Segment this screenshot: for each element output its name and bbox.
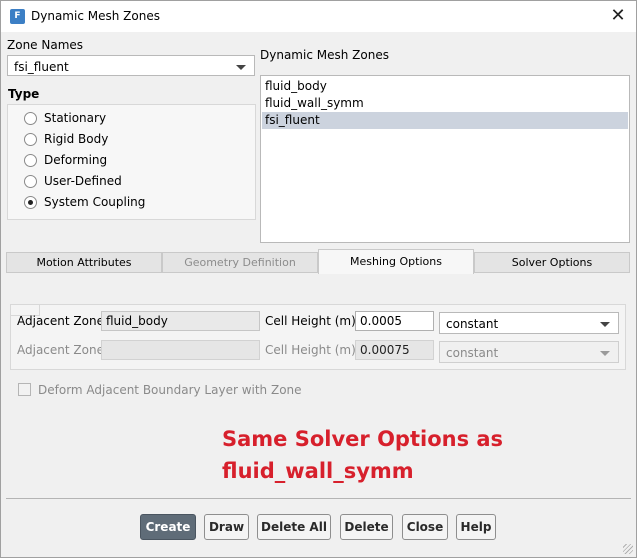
resize-grip-icon[interactable] — [623, 544, 633, 554]
help-button[interactable]: Help — [456, 514, 496, 540]
deform-boundary-layer-label: Deform Adjacent Boundary Layer with Zone — [38, 383, 302, 397]
fluent-app-icon: F — [10, 9, 25, 24]
height-method-dropdown[interactable]: constant — [439, 312, 619, 334]
cell-height-label-disabled: Cell Height (m) — [265, 343, 356, 357]
cell-height-field[interactable]: 0.0005 — [355, 311, 434, 331]
delete-button[interactable]: Delete — [340, 514, 393, 540]
height-method-value: constant — [446, 317, 499, 331]
adjacent-zone-field-disabled — [101, 340, 260, 360]
dynamic-mesh-zones-list[interactable]: fluid_body fluid_wall_symm fsi_fluent — [260, 75, 630, 243]
chevron-down-icon — [600, 351, 610, 356]
annotation-line-1: Same Solver Options as — [222, 427, 504, 451]
radio-label: Stationary — [44, 111, 107, 125]
create-button[interactable]: Create — [140, 514, 196, 540]
chevron-down-icon — [600, 322, 610, 327]
button-separator — [6, 498, 631, 499]
tab-solver-options[interactable]: Solver Options — [474, 252, 630, 273]
zone-names-label: Zone Names — [7, 38, 84, 52]
radio-button[interactable] — [24, 154, 37, 167]
height-method-value: constant — [446, 346, 499, 360]
options-tabs: Motion Attributes Geometry Definition Me… — [6, 249, 630, 274]
tab-motion-attributes[interactable]: Motion Attributes — [6, 252, 162, 273]
radio-label: Deforming — [44, 153, 108, 167]
delete-all-button[interactable]: Delete All — [257, 514, 331, 540]
cell-height-label: Cell Height (m) — [265, 314, 356, 328]
zone-names-dropdown[interactable]: fsi_fluent — [7, 55, 255, 76]
dynamic-mesh-zones-dialog: F Dynamic Mesh Zones ✕ Zone Names fsi_fl… — [0, 0, 637, 558]
close-button[interactable]: Close — [402, 514, 448, 540]
radio-label: User-Defined — [44, 174, 122, 188]
adjacent-zone-field[interactable]: fluid_body — [101, 311, 260, 331]
adjacent-zone-label: Adjacent Zone — [17, 314, 104, 328]
annotation-line-2: fluid_wall_symm — [222, 459, 414, 483]
radio-label: Rigid Body — [44, 132, 109, 146]
radio-button[interactable] — [24, 175, 37, 188]
radio-label: System Coupling — [44, 195, 146, 209]
list-item-selected[interactable]: fsi_fluent — [262, 112, 628, 129]
type-group: Stationary Rigid Body Deforming User-Def… — [7, 104, 256, 220]
zone-names-value: fsi_fluent — [14, 60, 69, 74]
deform-boundary-layer-checkbox[interactable] — [18, 383, 31, 396]
type-group-label: Type — [8, 87, 40, 101]
cell-height-field-disabled: 0.00075 — [355, 340, 434, 360]
radio-button[interactable] — [24, 133, 37, 146]
radio-button[interactable] — [24, 112, 37, 125]
window-title: Dynamic Mesh Zones — [31, 9, 160, 23]
tab-meshing-options[interactable]: Meshing Options — [318, 249, 474, 274]
radio-button-selected[interactable] — [24, 196, 37, 209]
height-method-dropdown-disabled: constant — [439, 341, 619, 363]
adjacent-zone-label-disabled: Adjacent Zone — [17, 343, 104, 357]
dynamic-mesh-zones-label: Dynamic Mesh Zones — [260, 48, 389, 62]
list-item[interactable]: fluid_wall_symm — [262, 95, 628, 112]
close-window-icon[interactable]: ✕ — [607, 5, 629, 27]
list-item[interactable]: fluid_body — [262, 78, 628, 95]
title-bar: F Dynamic Mesh Zones ✕ — [1, 1, 636, 32]
draw-button[interactable]: Draw — [204, 514, 249, 540]
tab-geometry-definition[interactable]: Geometry Definition — [162, 252, 318, 273]
chevron-down-icon — [236, 65, 246, 70]
